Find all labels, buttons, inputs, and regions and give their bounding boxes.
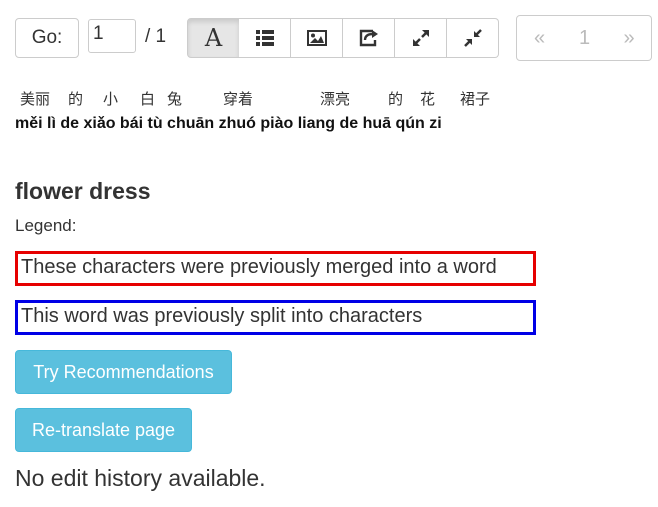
compress-button[interactable] [447, 18, 499, 58]
word-hanzi[interactable]: 裙子 [460, 88, 490, 109]
expand-button[interactable] [395, 18, 447, 58]
legend-split: This word was previously split into char… [15, 300, 536, 335]
word-hanzi[interactable]: 白 [140, 88, 155, 109]
compress-icon [463, 29, 482, 47]
legend-label: Legend: [15, 216, 77, 235]
page-number-input[interactable] [88, 19, 136, 53]
word-hanzi[interactable]: 漂亮 [320, 88, 350, 109]
try-recommendations-button[interactable]: Try Recommendations [15, 350, 232, 394]
word-hanzi[interactable]: 小 [103, 88, 118, 109]
expand-icon [412, 30, 429, 46]
image-view-button[interactable] [291, 18, 343, 58]
share-icon [359, 29, 378, 47]
pinyin-line: měi lì de xiǎo bái tù chuān zhuó piào li… [15, 115, 442, 132]
edit-history-status: No edit history available. [15, 465, 266, 491]
list-icon [255, 30, 274, 46]
font-icon: A [204, 24, 223, 52]
word-title: flower dress [15, 178, 151, 204]
share-button[interactable] [343, 18, 395, 58]
image-icon [306, 30, 327, 46]
font-view-button[interactable]: A [187, 18, 240, 58]
word-hanzi[interactable]: 花 [420, 88, 435, 109]
legend-merged: These characters were previously merged … [15, 251, 536, 286]
word-hanzi[interactable]: 兔 [167, 88, 182, 109]
word-hanzi[interactable]: 穿着 [223, 88, 253, 109]
word-hanzi[interactable]: 美丽 [20, 88, 50, 109]
retranslate-page-button[interactable]: Re-translate page [15, 408, 192, 452]
next-page-button[interactable]: » [607, 15, 652, 61]
go-button[interactable]: Go: [15, 18, 79, 58]
word-hanzi[interactable]: 的 [68, 88, 83, 109]
current-page-button[interactable]: 1 [562, 15, 608, 61]
page-total: / 1 [145, 26, 167, 47]
list-view-button[interactable] [239, 18, 291, 58]
previous-page-button[interactable]: « [516, 15, 563, 61]
word-hanzi[interactable]: 的 [388, 88, 403, 109]
